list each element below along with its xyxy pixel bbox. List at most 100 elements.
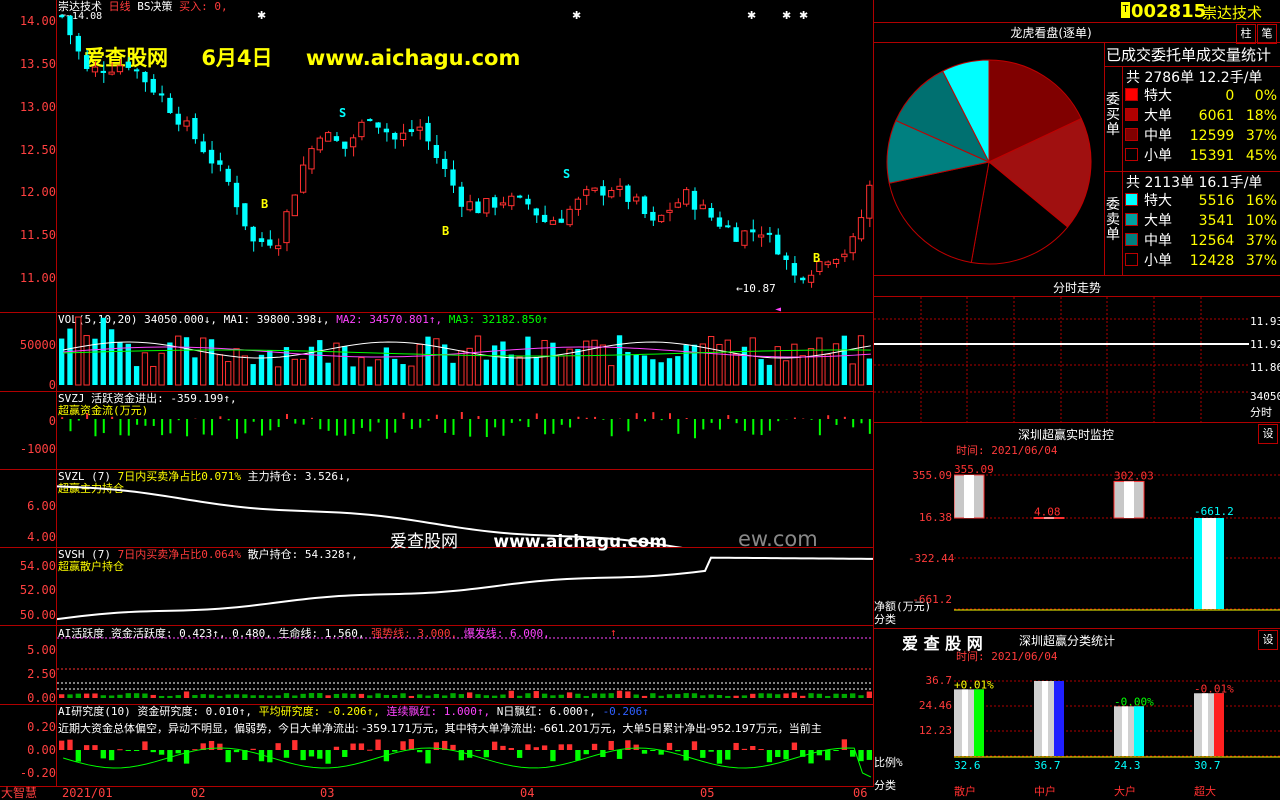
research-bar [167, 750, 173, 762]
candle-body [392, 132, 398, 140]
candle-body [600, 186, 606, 196]
candle-body [250, 226, 256, 242]
sell-percent: 16% [1245, 193, 1277, 209]
flow-bar [677, 419, 680, 434]
research-bar [766, 750, 773, 763]
flow-bar [319, 419, 322, 430]
flow-bar [477, 416, 480, 419]
axis-tick: 14.00 [19, 14, 56, 28]
flow-bar [843, 416, 846, 419]
axis-tick: 5.00 [27, 643, 56, 657]
candle-body [791, 263, 798, 276]
flow-bar [211, 419, 214, 436]
activity-bar [100, 695, 106, 698]
buy-marker: B [442, 224, 450, 238]
star-marker-icon: ✱ [782, 9, 791, 22]
volume-bar [183, 337, 190, 385]
activity-bar [833, 693, 839, 698]
candle-body [591, 187, 598, 191]
volume-bar [857, 335, 865, 386]
flow-bar [294, 419, 297, 424]
category-change-label: -0.01% [1194, 682, 1234, 695]
activity-bar [283, 693, 290, 698]
flow-bar [77, 419, 80, 421]
volume-bar [599, 344, 607, 386]
volume-bar [274, 366, 282, 386]
candle-body [133, 69, 140, 72]
activity-bar [708, 694, 714, 698]
volume-chart[interactable] [57, 313, 873, 391]
activity-bar [117, 694, 123, 698]
ai-research-chart[interactable] [57, 705, 873, 786]
buy-volume: 12599 [1189, 128, 1235, 144]
candle-body [475, 201, 481, 214]
candle-body [450, 169, 456, 186]
research-bar [741, 748, 748, 750]
volume-bar [566, 348, 573, 386]
flow-bar [136, 419, 139, 425]
flow-bar [693, 419, 696, 439]
candle-body [442, 158, 448, 169]
fund-flow-chart[interactable] [57, 392, 873, 469]
stock-code: 002815 [1131, 1, 1207, 22]
sell-volume: 5516 [1198, 193, 1235, 209]
volume-bar [458, 350, 465, 386]
flow-bar [352, 419, 355, 434]
star-marker-icon: ✱ [572, 9, 581, 22]
research-bar [308, 750, 315, 757]
volume-bar [516, 356, 523, 386]
research-bar [342, 750, 348, 758]
research-bar [708, 750, 714, 752]
activity-bar [317, 693, 323, 698]
volume-bar [358, 357, 365, 386]
category-bar-highlight [1122, 706, 1128, 756]
volume-bar [583, 340, 590, 386]
retail-line-chart[interactable] [57, 548, 873, 625]
stock-header: T 002815 崇达技术 [874, 0, 1280, 23]
volume-bar [675, 356, 681, 385]
ai-activity-chart[interactable]: ↑ [57, 626, 873, 704]
candlestick-chart[interactable]: ✱ ✱ ✱ ✱ ✱ [57, 0, 873, 312]
activity-bar [175, 695, 181, 698]
star-marker-icon: ✱ [799, 9, 808, 22]
candle-body [650, 211, 656, 221]
order-stats-subtitle: 已成交委托单成交量统计 [1106, 46, 1272, 64]
flow-bar [818, 419, 821, 436]
sell-percent: 37% [1245, 233, 1277, 249]
flow-bar [460, 412, 463, 419]
sell-marker: S [563, 167, 571, 181]
activity-bar [383, 694, 390, 698]
activity-bar [808, 693, 814, 698]
candle-body [83, 55, 90, 69]
candle-body [716, 217, 723, 227]
intraday-chart[interactable] [874, 297, 1249, 422]
candle-body [549, 220, 557, 225]
research-bar [133, 750, 140, 751]
stock-tag-icon: T [1121, 2, 1130, 18]
category-value-label: 24.3 [1114, 759, 1141, 772]
candle-body [508, 195, 515, 207]
activity-bar [292, 695, 298, 698]
monitor-settings-button[interactable]: 设 [1258, 424, 1278, 444]
order-pie-chart [886, 59, 1092, 265]
volume-bar [442, 344, 448, 385]
research-bar [358, 743, 365, 750]
axis-tick: 0 [48, 378, 56, 392]
activity-bar [59, 694, 65, 698]
axis-tick: 13.00 [19, 100, 56, 114]
sell-percent: 10% [1245, 213, 1277, 229]
buy-name: 中单 [1144, 128, 1172, 144]
volume-bar [525, 336, 531, 385]
candle-body [866, 184, 873, 219]
flow-bar [660, 419, 663, 421]
intraday-panel[interactable]: 分时走势 11.93 11.92 11.86 34050 分时 [874, 276, 1280, 423]
candle-body [682, 189, 690, 205]
buy-row: 大单 6061 18% [1122, 106, 1280, 126]
flow-bar [444, 419, 447, 433]
category-settings-button[interactable]: 设 [1258, 630, 1278, 650]
flow-bar [569, 419, 572, 428]
chart-area[interactable]: 崇达技术 日线 BS决策 买入: 0, ⌐~14.08 爱查股网 6月4日 ww… [0, 0, 874, 800]
volume-bar [291, 358, 298, 386]
low-price-label: ←10.87 [736, 282, 776, 295]
activity-bar [167, 695, 173, 698]
